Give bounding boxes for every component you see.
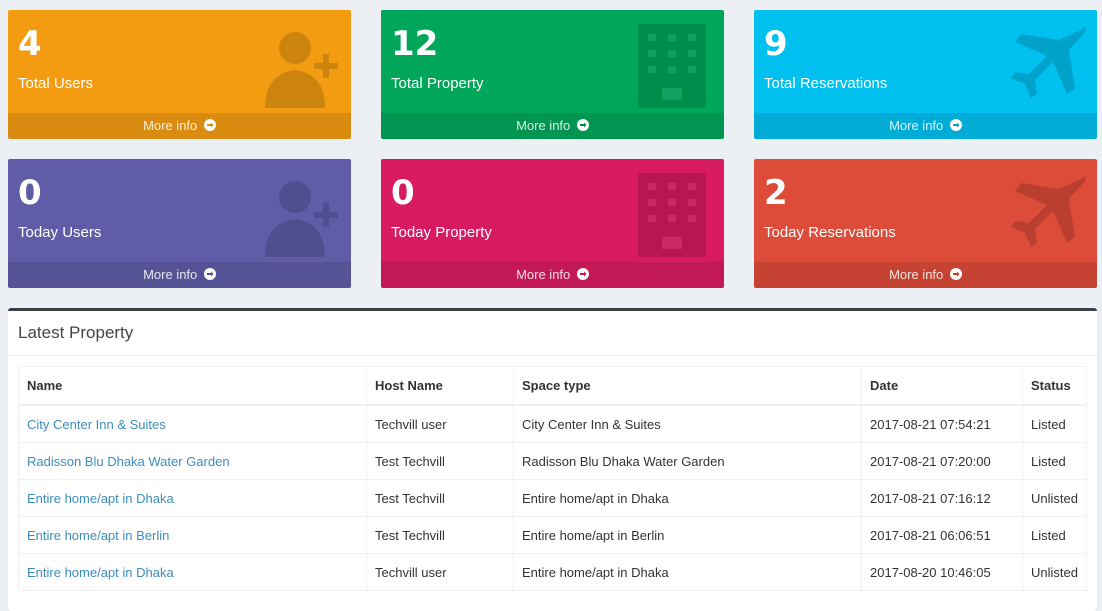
panel-divider (8, 355, 1097, 356)
cell-name: Entire home/apt in Berlin (18, 516, 367, 554)
stat-box-today-reservations: 2 Today Reservations More info (754, 159, 1097, 288)
stat-count: 0 (18, 173, 42, 213)
cell-date: 2017-08-21 07:20:00 (861, 442, 1023, 480)
cell-name: Radisson Blu Dhaka Water Garden (18, 442, 367, 480)
stat-count: 4 (18, 24, 42, 64)
column-header-name: Name (18, 366, 367, 406)
cell-status: Listed (1022, 404, 1087, 443)
table-row: City Center Inn & Suites Techvill user C… (18, 404, 1087, 443)
column-header-status: Status (1022, 366, 1087, 406)
stat-label: Today Users (18, 224, 102, 241)
table-row: Entire home/apt in Dhaka Test Techvill E… (18, 479, 1087, 517)
arrow-circle-right-icon (203, 119, 216, 131)
stat-count: 9 (764, 24, 788, 64)
more-info-link[interactable]: More info (381, 262, 724, 288)
user-plus-icon (257, 24, 341, 108)
cell-space: Entire home/apt in Dhaka (513, 479, 862, 517)
cell-date: 2017-08-21 07:16:12 (861, 479, 1023, 517)
property-link[interactable]: Entire home/apt in Dhaka (27, 565, 174, 580)
property-link[interactable]: City Center Inn & Suites (27, 417, 166, 432)
stat-label: Total Users (18, 75, 94, 92)
cell-date: 2017-08-21 06:06:51 (861, 516, 1023, 554)
more-info-label: More info (889, 118, 944, 133)
arrow-circle-right-icon (576, 268, 589, 280)
cell-status: Listed (1022, 442, 1087, 480)
cell-status: Unlisted (1022, 553, 1087, 591)
more-info-link[interactable]: More info (754, 113, 1097, 139)
more-info-label: More info (143, 118, 198, 133)
cell-name: Entire home/apt in Dhaka (18, 553, 367, 591)
cell-host: Test Techvill (366, 442, 514, 480)
arrow-circle-right-icon (576, 119, 589, 131)
column-header-date: Date (861, 366, 1023, 406)
cell-name: City Center Inn & Suites (18, 404, 367, 443)
cell-host: Test Techvill (366, 516, 514, 554)
more-info-label: More info (889, 267, 944, 282)
more-info-link[interactable]: More info (754, 262, 1097, 288)
latest-property-panel: Latest Property Name Host Name Space typ… (8, 308, 1097, 611)
table-header-row: Name Host Name Space type Date Status (18, 366, 1087, 406)
column-header-space: Space type (513, 366, 862, 406)
cell-space: Entire home/apt in Berlin (513, 516, 862, 554)
arrow-circle-right-icon (949, 119, 962, 131)
stat-count: 2 (764, 173, 788, 213)
stat-box-total-reservations: 9 Total Reservations More info (754, 10, 1097, 139)
latest-property-table: Name Host Name Space type Date Status Ci… (18, 366, 1087, 591)
property-link[interactable]: Entire home/apt in Dhaka (27, 491, 174, 506)
cell-host: Techvill user (366, 404, 514, 443)
stat-count: 0 (391, 173, 415, 213)
stat-label: Total Reservations (764, 75, 888, 92)
cell-space: Radisson Blu Dhaka Water Garden (513, 442, 862, 480)
cell-date: 2017-08-21 07:54:21 (861, 404, 1023, 443)
cell-status: Unlisted (1022, 479, 1087, 517)
cell-name: Entire home/apt in Dhaka (18, 479, 367, 517)
stat-box-today-property: 0 Today Property More info (381, 159, 724, 288)
panel-title: Latest Property (18, 323, 134, 342)
cell-space: Entire home/apt in Dhaka (513, 553, 862, 591)
more-info-link[interactable]: More info (381, 113, 724, 139)
property-link[interactable]: Radisson Blu Dhaka Water Garden (27, 454, 230, 469)
cell-host: Test Techvill (366, 479, 514, 517)
cell-host: Techvill user (366, 553, 514, 591)
column-header-host: Host Name (366, 366, 514, 406)
more-info-label: More info (516, 118, 571, 133)
property-link[interactable]: Entire home/apt in Berlin (27, 528, 169, 543)
arrow-circle-right-icon (203, 268, 216, 280)
plane-icon (1003, 173, 1087, 257)
building-icon (630, 24, 714, 108)
more-info-label: More info (143, 267, 198, 282)
stat-box-total-property: 12 Total Property More info (381, 10, 724, 139)
table-row: Entire home/apt in Berlin Test Techvill … (18, 516, 1087, 554)
stat-count: 12 (391, 24, 439, 64)
cell-date: 2017-08-20 10:46:05 (861, 553, 1023, 591)
more-info-label: More info (516, 267, 571, 282)
cell-space: City Center Inn & Suites (513, 404, 862, 443)
more-info-link[interactable]: More info (8, 113, 351, 139)
plane-icon (1003, 24, 1087, 108)
stat-label: Total Property (391, 75, 484, 92)
stat-label: Today Reservations (764, 224, 896, 241)
arrow-circle-right-icon (949, 268, 962, 280)
building-icon (630, 173, 714, 257)
cell-status: Listed (1022, 516, 1087, 554)
stat-box-total-users: 4 Total Users More info (8, 10, 351, 139)
stat-label: Today Property (391, 224, 492, 241)
user-plus-icon (257, 173, 341, 257)
table-row: Entire home/apt in Dhaka Techvill user E… (18, 553, 1087, 591)
table-row: Radisson Blu Dhaka Water Garden Test Tec… (18, 442, 1087, 480)
stat-box-today-users: 0 Today Users More info (8, 159, 351, 288)
more-info-link[interactable]: More info (8, 262, 351, 288)
